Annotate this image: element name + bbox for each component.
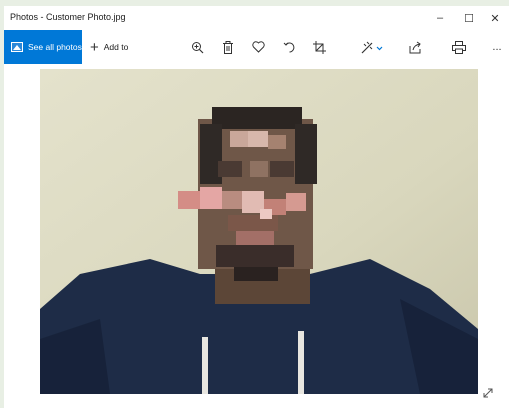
edit-create-icon[interactable] [360,38,386,56]
print-icon[interactable] [450,38,468,56]
expand-icon[interactable] [482,386,496,400]
customer-photo [40,69,478,394]
toolbar: See all photos + Add to ... [4,30,509,64]
crop-icon[interactable] [310,38,328,56]
add-to-button[interactable]: + Add to [90,30,128,64]
photos-app-window: Photos - Customer Photo.jpg – ☐ ✕ See al… [4,6,509,408]
photo-viewer-stage [4,64,509,408]
see-all-photos-button[interactable]: See all photos [4,30,82,64]
zoom-icon[interactable] [188,38,206,56]
plus-icon: + [90,38,99,56]
add-to-label: Add to [103,42,129,52]
window-title: Photos - Customer Photo.jpg [10,12,126,22]
rotate-icon[interactable] [280,38,298,56]
delete-icon[interactable] [219,38,237,56]
see-all-photos-label: See all photos [28,42,82,52]
share-icon[interactable] [406,38,424,56]
favorite-icon[interactable] [249,38,267,56]
maximize-button[interactable]: ☐ [455,6,483,30]
picture-icon [11,42,23,52]
minimize-button[interactable]: – [426,6,454,30]
close-button[interactable]: ✕ [481,6,509,30]
title-bar: Photos - Customer Photo.jpg – ☐ ✕ [4,6,509,30]
more-options-button[interactable]: ... [488,38,506,56]
